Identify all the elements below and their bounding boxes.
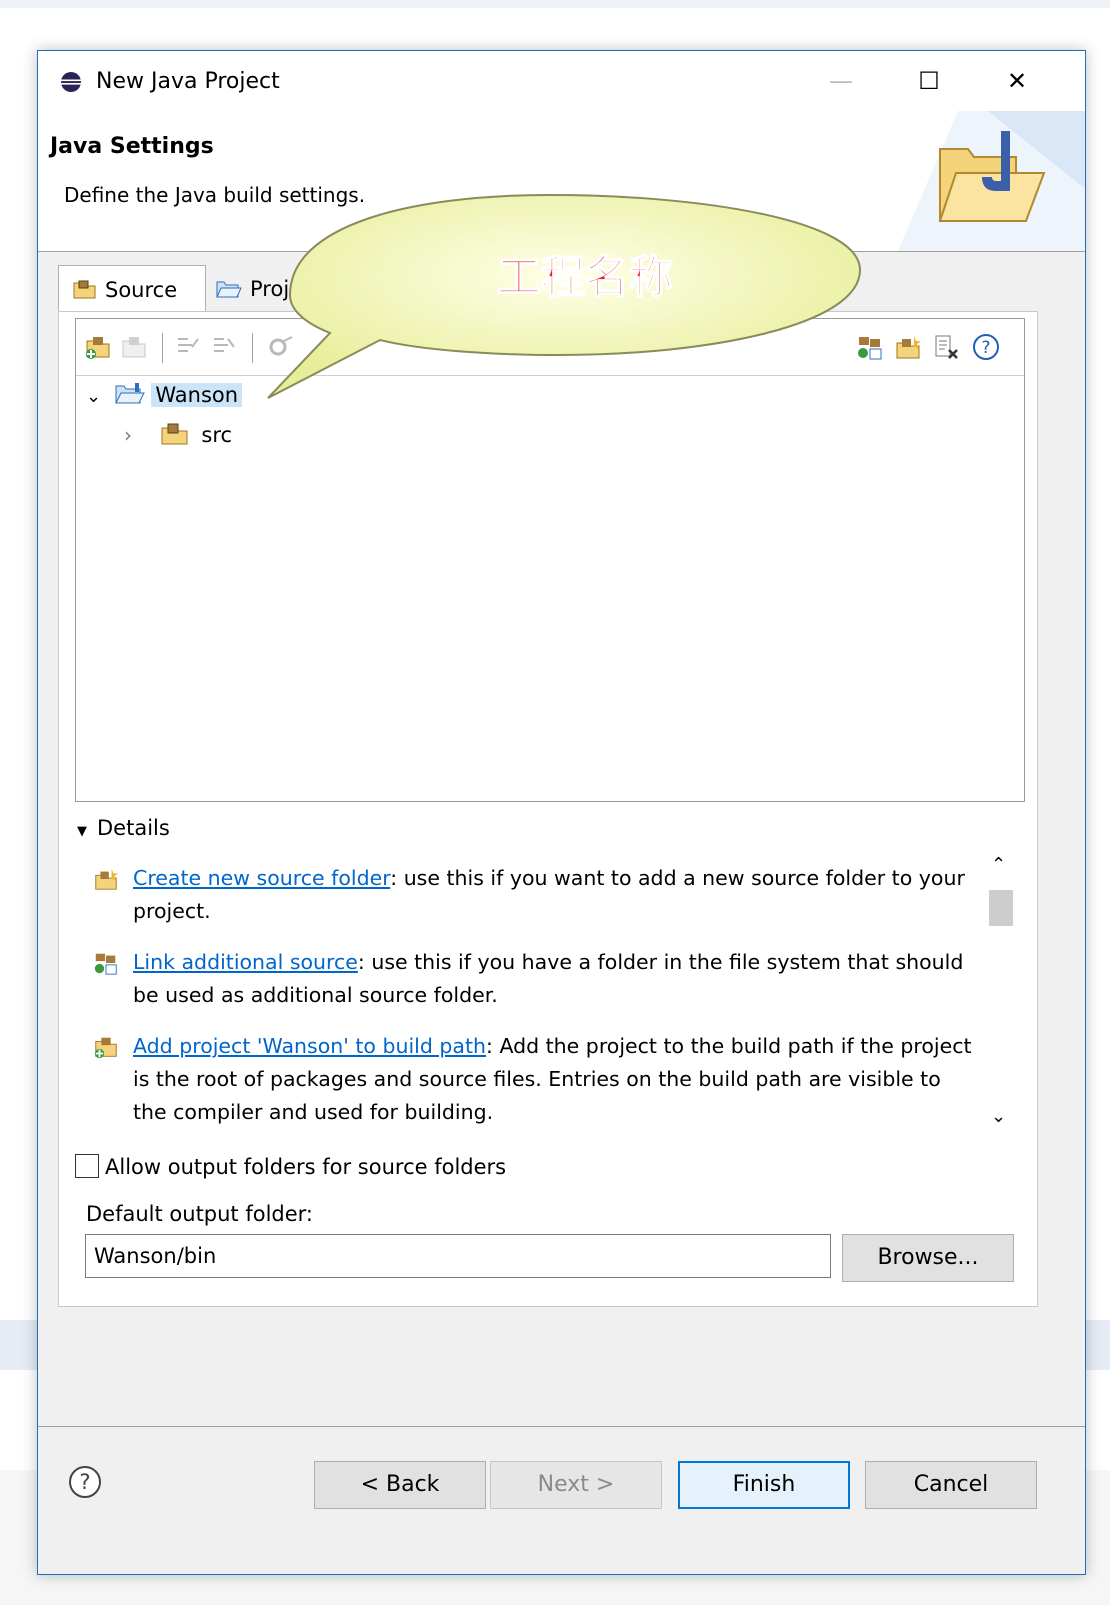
detail-add-project-to-build-path: Add project 'Wanson' to build path: Add … (94, 1030, 973, 1129)
chevron-down-icon[interactable]: ⌄ (86, 379, 108, 415)
source-folder-icon (73, 280, 96, 299)
tree-item-src-label: src (201, 423, 233, 447)
help-icon[interactable]: ? (972, 333, 1000, 361)
default-output-folder-input[interactable]: Wanson/bin (85, 1234, 831, 1278)
minimize-button[interactable]: — (818, 63, 864, 99)
create-source-folder-link[interactable]: Create new source folder (133, 866, 390, 890)
default-output-folder-label: Default output folder: (86, 1202, 314, 1226)
title-bar: New Java Project — ☐ ✕ (38, 51, 1085, 111)
expand-triangle-icon: ▼ (77, 824, 87, 839)
scroll-up-icon[interactable]: ⌃ (991, 854, 1006, 875)
back-button[interactable]: < Back (314, 1461, 486, 1509)
details-scrollbar[interactable]: ⌃ ⌄ (985, 852, 1015, 1142)
allow-output-folders-checkbox[interactable] (75, 1154, 99, 1178)
svg-text:?: ? (981, 338, 990, 358)
scroll-down-icon[interactable]: ⌄ (991, 1106, 1006, 1127)
callout-text: 工程名称 (497, 252, 673, 303)
project-name: Wanson (151, 383, 243, 407)
include-icon[interactable] (174, 333, 202, 361)
link-additional-source-link[interactable]: Link additional source (133, 950, 358, 974)
details-header[interactable]: ▼ Details (77, 816, 170, 840)
remove-from-build-path-icon[interactable] (120, 333, 148, 361)
project-folder-icon (114, 383, 145, 404)
page-title: Java Settings (50, 134, 214, 159)
window-title: New Java Project (96, 69, 280, 94)
browse-button[interactable]: Browse... (842, 1234, 1014, 1282)
next-button[interactable]: Next > (490, 1461, 662, 1509)
project-name-callout: 工程名称 (267, 193, 862, 399)
allow-output-folders-label: Allow output folders for source folders (105, 1155, 507, 1179)
tree-item-src[interactable]: › src (124, 417, 232, 453)
finish-button[interactable]: Finish (678, 1461, 850, 1509)
tab-source[interactable]: Source (58, 265, 206, 313)
link-source-icon (94, 953, 117, 975)
source-tab-panel: ? ⌄ Wanson › src ▼ Details Create new so… (58, 311, 1038, 1307)
scroll-thumb[interactable] (989, 890, 1013, 926)
close-button[interactable]: ✕ (994, 63, 1040, 99)
svg-text:?: ? (79, 1470, 90, 1494)
cancel-button[interactable]: Cancel (865, 1461, 1037, 1509)
help-icon[interactable]: ? (68, 1465, 102, 1499)
java-project-wizard-icon (898, 111, 1085, 251)
configure-build-path-icon[interactable] (932, 333, 960, 361)
detail-create-source-folder: Create new source folder: use this if yo… (95, 862, 973, 928)
add-project-to-build-path-icon[interactable] (84, 333, 112, 361)
detail-link-additional-source: Link additional source: use this if you … (94, 946, 973, 1012)
tab-source-label: Source (105, 278, 178, 302)
create-source-folder-icon (95, 868, 119, 890)
eclipse-icon (61, 72, 81, 92)
maximize-button[interactable]: ☐ (906, 63, 952, 99)
details-header-label: Details (97, 816, 170, 840)
footer-separator (38, 1426, 1085, 1427)
tree-item-project[interactable]: ⌄ Wanson (86, 377, 243, 415)
create-source-folder-icon[interactable] (894, 333, 922, 361)
toolbar-separator (162, 333, 163, 363)
source-folder-icon (161, 423, 188, 445)
details-body: Create new source folder: use this if yo… (89, 852, 1039, 1142)
add-project-to-build-path-icon (94, 1037, 117, 1059)
add-project-to-build-path-link[interactable]: Add project 'Wanson' to build path (133, 1034, 486, 1058)
background-top-strip (0, 0, 1110, 8)
allow-output-folders-option[interactable]: Allow output folders for source folders (75, 1152, 506, 1182)
chevron-right-icon[interactable]: › (124, 417, 154, 453)
